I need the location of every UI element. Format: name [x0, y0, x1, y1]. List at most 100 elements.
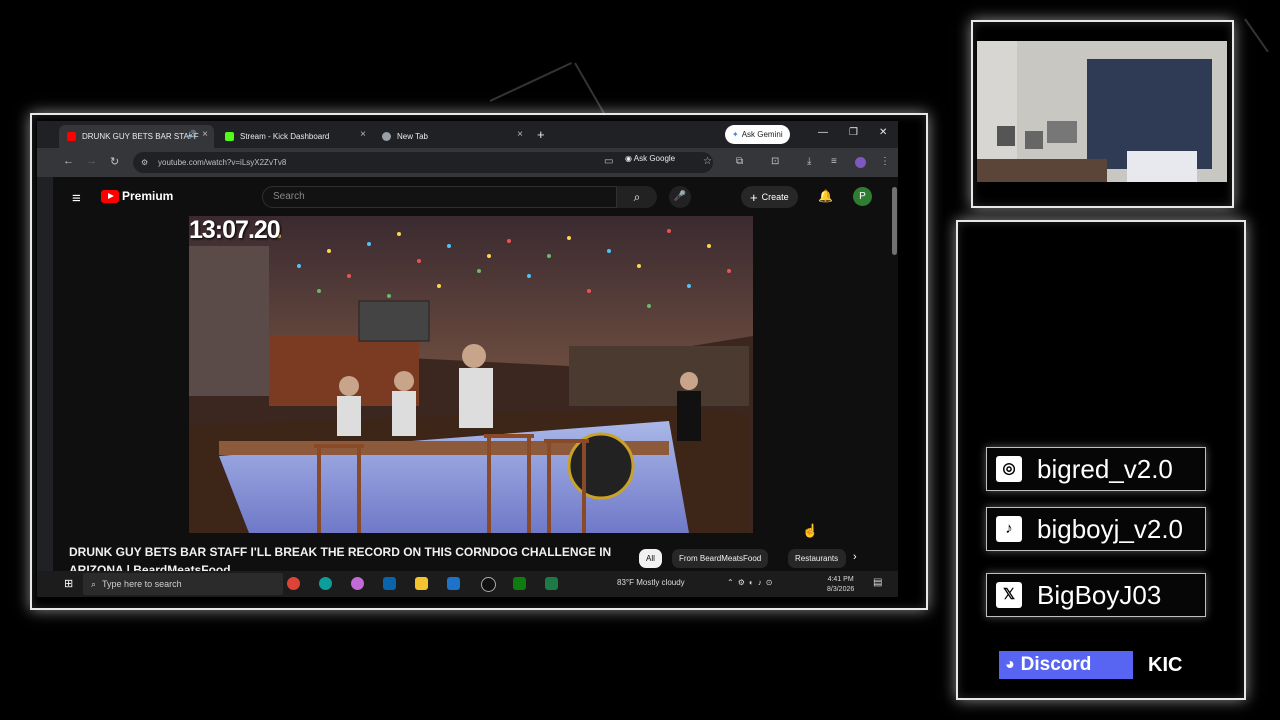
excel-app-icon[interactable]	[545, 577, 558, 590]
webcam-room-image	[977, 41, 1227, 182]
search-button[interactable]: ⌕	[617, 186, 657, 208]
profile-icon[interactable]	[855, 157, 866, 168]
create-button[interactable]: + Create	[741, 186, 798, 208]
instagram-handle-text: bigred_v2.0	[1037, 454, 1173, 484]
decorative-line	[574, 62, 606, 116]
tab-new-tab[interactable]: New Tab ×	[374, 125, 529, 148]
tab-youtube-video[interactable]: DRUNK GUY BETS BAR STAFF 🔊 ×	[59, 125, 214, 148]
ask-google-button[interactable]: ◉ Ask Google	[625, 154, 675, 163]
browser-window: DRUNK GUY BETS BAR STAFF 🔊 × Stream - Ki…	[37, 121, 898, 597]
system-tray-icons[interactable]: ⌃⚙◐♪⊙	[727, 578, 776, 587]
plus-icon: +	[750, 189, 758, 205]
clock-time: 4:41 PM	[827, 576, 854, 583]
bookmark-star-icon[interactable]: ☆	[703, 156, 712, 167]
minimize-button[interactable]: —	[818, 127, 828, 138]
tiktok-handle-text: bigboyj_v2.0	[1037, 514, 1183, 544]
tab-label: Stream - Kick Dashboard	[240, 132, 330, 141]
tiktok-icon: ♪	[996, 516, 1022, 542]
tab-search-icon[interactable]: ⊡	[771, 156, 779, 167]
bar-scene-image	[189, 216, 753, 533]
browser-toolbar: ← → ↻ ⚙ youtube.com/watch?v=iLsyX2ZvTv8 …	[37, 148, 898, 177]
instagram-handle: ◎ bigred_v2.0	[986, 447, 1206, 491]
decorative-line	[489, 62, 572, 102]
x-handle-text: BigBoyJ03	[1037, 580, 1162, 610]
store-app-icon[interactable]	[447, 577, 460, 590]
decorative-line	[1244, 18, 1269, 53]
windows-start-icon[interactable]: ⊞	[64, 577, 73, 590]
x-handle: 𝕏 BigBoyJ03	[986, 573, 1206, 617]
avatar[interactable]: P	[853, 187, 872, 206]
close-window-button[interactable]: ✕	[879, 127, 887, 138]
taskbar-search-placeholder: Type here to search	[102, 579, 182, 589]
restore-button[interactable]: ❐	[849, 127, 858, 138]
cast-icon[interactable]: ▭	[604, 156, 613, 167]
tab-label: DRUNK GUY BETS BAR STAFF	[82, 132, 199, 141]
more-menu-icon[interactable]: ⋮	[880, 156, 890, 167]
copilot-app-icon[interactable]	[351, 577, 364, 590]
close-tab-icon[interactable]: ×	[202, 129, 208, 140]
mouse-cursor-icon: ☝	[802, 523, 819, 538]
close-tab-icon[interactable]: ×	[360, 129, 366, 140]
xbox-app-icon[interactable]	[513, 577, 526, 590]
discord-badge: ◕ Discord	[999, 651, 1133, 679]
windows-taskbar: ⊞ ⌕ Type here to search 83°F Mostly clou…	[37, 571, 898, 597]
taskbar-search-input[interactable]: ⌕ Type here to search	[83, 573, 283, 595]
search-icon: ⌕	[91, 578, 97, 589]
chrome-favicon-icon	[382, 132, 391, 141]
new-tab-button[interactable]: +	[537, 127, 545, 142]
youtube-page: ≡ Premium Search ⌕ 🎤 + Create 🔔 P 13:07.…	[53, 177, 898, 571]
chevron-right-icon[interactable]: ›	[853, 551, 857, 563]
tab-strip: DRUNK GUY BETS BAR STAFF 🔊 × Stream - Ki…	[37, 121, 898, 148]
outlook-app-icon[interactable]	[383, 577, 396, 590]
tab-kick-dashboard[interactable]: Stream - Kick Dashboard ×	[217, 125, 372, 148]
webcam-overlay	[977, 41, 1227, 182]
youtube-play-icon	[101, 189, 119, 203]
reload-icon[interactable]: ↻	[110, 155, 119, 168]
ask-google-label: Ask Google	[633, 154, 676, 163]
notifications-icon[interactable]: ▤	[873, 577, 882, 588]
video-title: DRUNK GUY BETS BAR STAFF I'LL BREAK THE …	[69, 545, 612, 571]
url-text: youtube.com/watch?v=iLsyX2ZvTv8	[158, 158, 287, 167]
extensions-icon[interactable]: ⧉	[736, 156, 743, 167]
obs-app-icon[interactable]	[481, 577, 496, 592]
chip-restaurants[interactable]: Restaurants	[788, 549, 846, 568]
forward-arrow-icon[interactable]: →	[86, 155, 97, 167]
microphone-icon: 🎤	[673, 191, 687, 202]
brand-label: Premium	[122, 189, 174, 203]
gemini-sparkle-icon: ✦	[732, 130, 739, 139]
clock-date: 8/3/2026	[827, 586, 855, 593]
voice-search-button[interactable]: 🎤	[669, 186, 691, 208]
back-arrow-icon[interactable]: ←	[63, 155, 74, 167]
close-tab-icon[interactable]: ×	[517, 129, 523, 140]
weather-widget[interactable]: 83°F Mostly cloudy	[617, 578, 685, 587]
discord-icon: ◕	[1005, 656, 1015, 673]
page-scrollbar[interactable]	[892, 187, 897, 255]
edge-app-icon[interactable]	[319, 577, 332, 590]
download-icon[interactable]: ⤓	[807, 156, 811, 167]
tiktok-handle: ♪ bigboyj_v2.0	[986, 507, 1206, 551]
lens-icon: ◉	[625, 154, 634, 163]
search-icon: ⌕	[633, 190, 641, 204]
tab-label: New Tab	[397, 132, 428, 141]
video-player[interactable]: 13:07.20	[189, 216, 753, 533]
create-label: Create	[761, 192, 789, 202]
taskbar-clock[interactable]: 4:41 PM 8/3/2026	[827, 575, 854, 595]
ask-gemini-button[interactable]: ✦ Ask Gemini	[725, 125, 790, 144]
chip-all[interactable]: All	[639, 549, 662, 568]
hamburger-menu-icon[interactable]: ≡	[72, 190, 81, 207]
audio-icon[interactable]: 🔊	[187, 130, 197, 139]
ask-gemini-label: Ask Gemini	[741, 130, 783, 139]
stream-timer: 13:07.20	[189, 216, 281, 244]
kick-favicon-icon	[225, 132, 234, 141]
notifications-bell-icon[interactable]: 🔔	[818, 189, 833, 203]
site-info-icon[interactable]: ⚙	[141, 158, 150, 167]
chrome-app-icon[interactable]	[287, 577, 300, 590]
youtube-premium-logo[interactable]: Premium	[101, 189, 173, 203]
kick-logo: KIC	[1148, 654, 1183, 676]
instagram-icon: ◎	[996, 456, 1022, 482]
chip-from-channel[interactable]: From BeardMeatsFood	[672, 549, 769, 568]
search-input[interactable]: Search	[262, 186, 617, 208]
media-controls-icon[interactable]: ≡	[831, 156, 837, 167]
x-logo-icon: 𝕏	[996, 582, 1022, 608]
file-explorer-icon[interactable]	[415, 577, 428, 590]
